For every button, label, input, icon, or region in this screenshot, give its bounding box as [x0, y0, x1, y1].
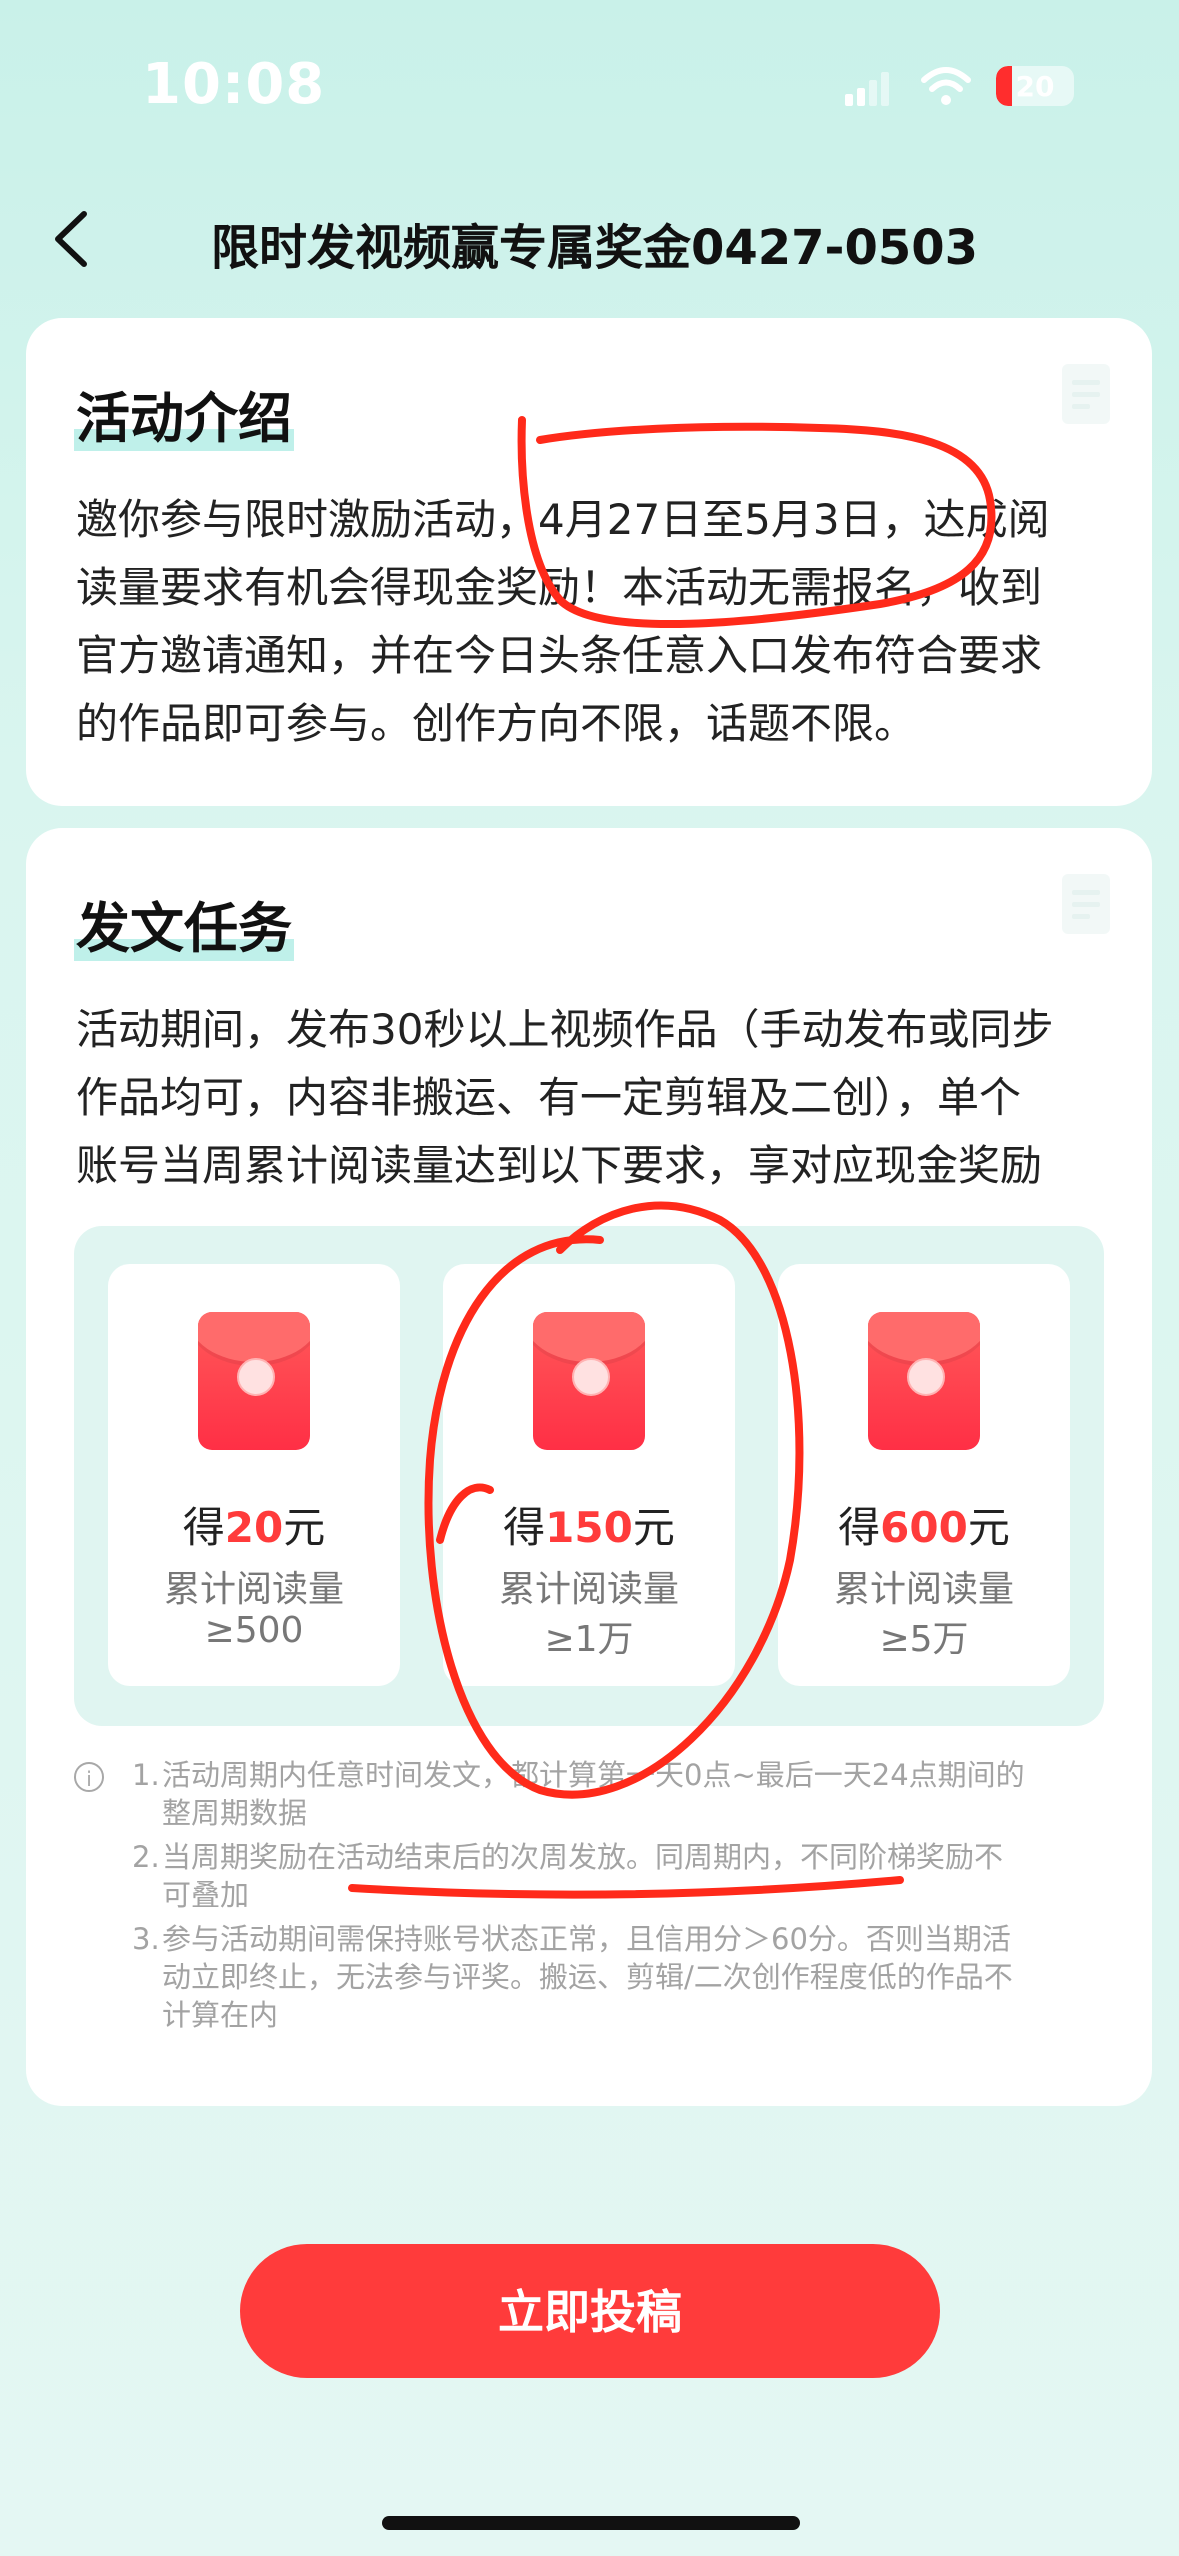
cellular-signal-icon [845, 72, 891, 106]
info-icon: i [74, 1762, 104, 1792]
submit-button[interactable]: 立即投稿 [240, 2244, 940, 2378]
battery-icon: 20 [996, 66, 1074, 106]
reward-tile-600: 得600元 累计阅读量 ≥5万 [778, 1264, 1070, 1686]
intro-line: 读量要求有机会得现金奖励！本活动无需报名，收到 [76, 563, 1043, 612]
status-bar: 10:08 20 [0, 0, 1179, 170]
red-envelope-icon [198, 1312, 310, 1450]
wifi-icon [921, 67, 971, 105]
home-indicator [382, 2516, 800, 2530]
document-icon [1062, 874, 1110, 934]
reward-tile-150: 得150元 累计阅读量 ≥1万 [443, 1264, 735, 1686]
intro-line: 的作品即可参与。创作方向不限，话题不限。 [76, 699, 917, 748]
note-item: 1.活动周期内任意时间发文，都计算第一天0点~最后一天24点期间的 整周期数据 [132, 1758, 1025, 1830]
task-card: 发文任务 活动期间，发布30秒以上视频作品（手动发布或同步 作品均可，内容非搬运… [26, 828, 1152, 2106]
navigation-bar: 限时发视频赢专属奖金0427-0503 [0, 190, 1179, 290]
task-text: 活动期间，发布30秒以上视频作品（手动发布或同步 作品均可，内容非搬运、有一定剪… [76, 996, 1116, 1200]
task-line: 作品均可，内容非搬运、有一定剪辑及二创），单个 [76, 1073, 1022, 1122]
reward-label: 累计阅读量 [833, 1569, 1014, 1610]
reward-amount: 得600元 [838, 1503, 1010, 1552]
reward-threshold: ≥1万 [544, 1619, 634, 1660]
task-line: 活动期间，发布30秒以上视频作品（手动发布或同步 [76, 1005, 1054, 1054]
reward-panel: 得20元 累计阅读量 ≥500 得150元 累计阅读量 ≥1万 得600元 累计… [74, 1226, 1104, 1726]
task-title: 发文任务 [74, 897, 294, 961]
intro-text: 邀你参与限时激励活动，4月27日至5月3日，达成阅 读量要求有机会得现金奖励！本… [76, 486, 1116, 758]
note-item: 2.当周期奖励在活动结束后的次周发放。同周期内，不同阶梯奖励不 可叠加 [132, 1840, 1004, 1912]
reward-amount: 得20元 [182, 1503, 326, 1552]
reward-tile-20: 得20元 累计阅读量 ≥500 [108, 1264, 400, 1686]
red-envelope-icon [868, 1312, 980, 1450]
battery-percent: 20 [1015, 70, 1055, 103]
reward-label: 累计阅读量 [163, 1569, 344, 1610]
reward-threshold: ≥500 [204, 1610, 304, 1651]
reward-threshold: ≥5万 [879, 1619, 969, 1660]
note-item: 3.参与活动期间需保持账号状态正常，且信用分＞60分。否则当期活 动立即终止，无… [132, 1922, 1013, 2032]
page-title: 限时发视频赢专属奖金0427-0503 [210, 220, 979, 276]
intro-title: 活动介绍 [74, 387, 294, 451]
document-icon [1062, 364, 1110, 424]
reward-label: 累计阅读量 [498, 1569, 679, 1610]
intro-line: 邀你参与限时激励活动，4月27日至5月3日，达成阅 [76, 495, 1050, 544]
status-time: 10:08 [142, 52, 326, 117]
intro-card: 活动介绍 邀你参与限时激励活动，4月27日至5月3日，达成阅 读量要求有机会得现… [26, 318, 1152, 806]
task-line: 账号当周累计阅读量达到以下要求，享对应现金奖励 [76, 1141, 1043, 1190]
reward-amount: 得150元 [503, 1503, 675, 1552]
intro-line: 官方邀请通知，并在今日头条任意入口发布符合要求 [76, 631, 1043, 680]
red-envelope-icon [533, 1312, 645, 1450]
